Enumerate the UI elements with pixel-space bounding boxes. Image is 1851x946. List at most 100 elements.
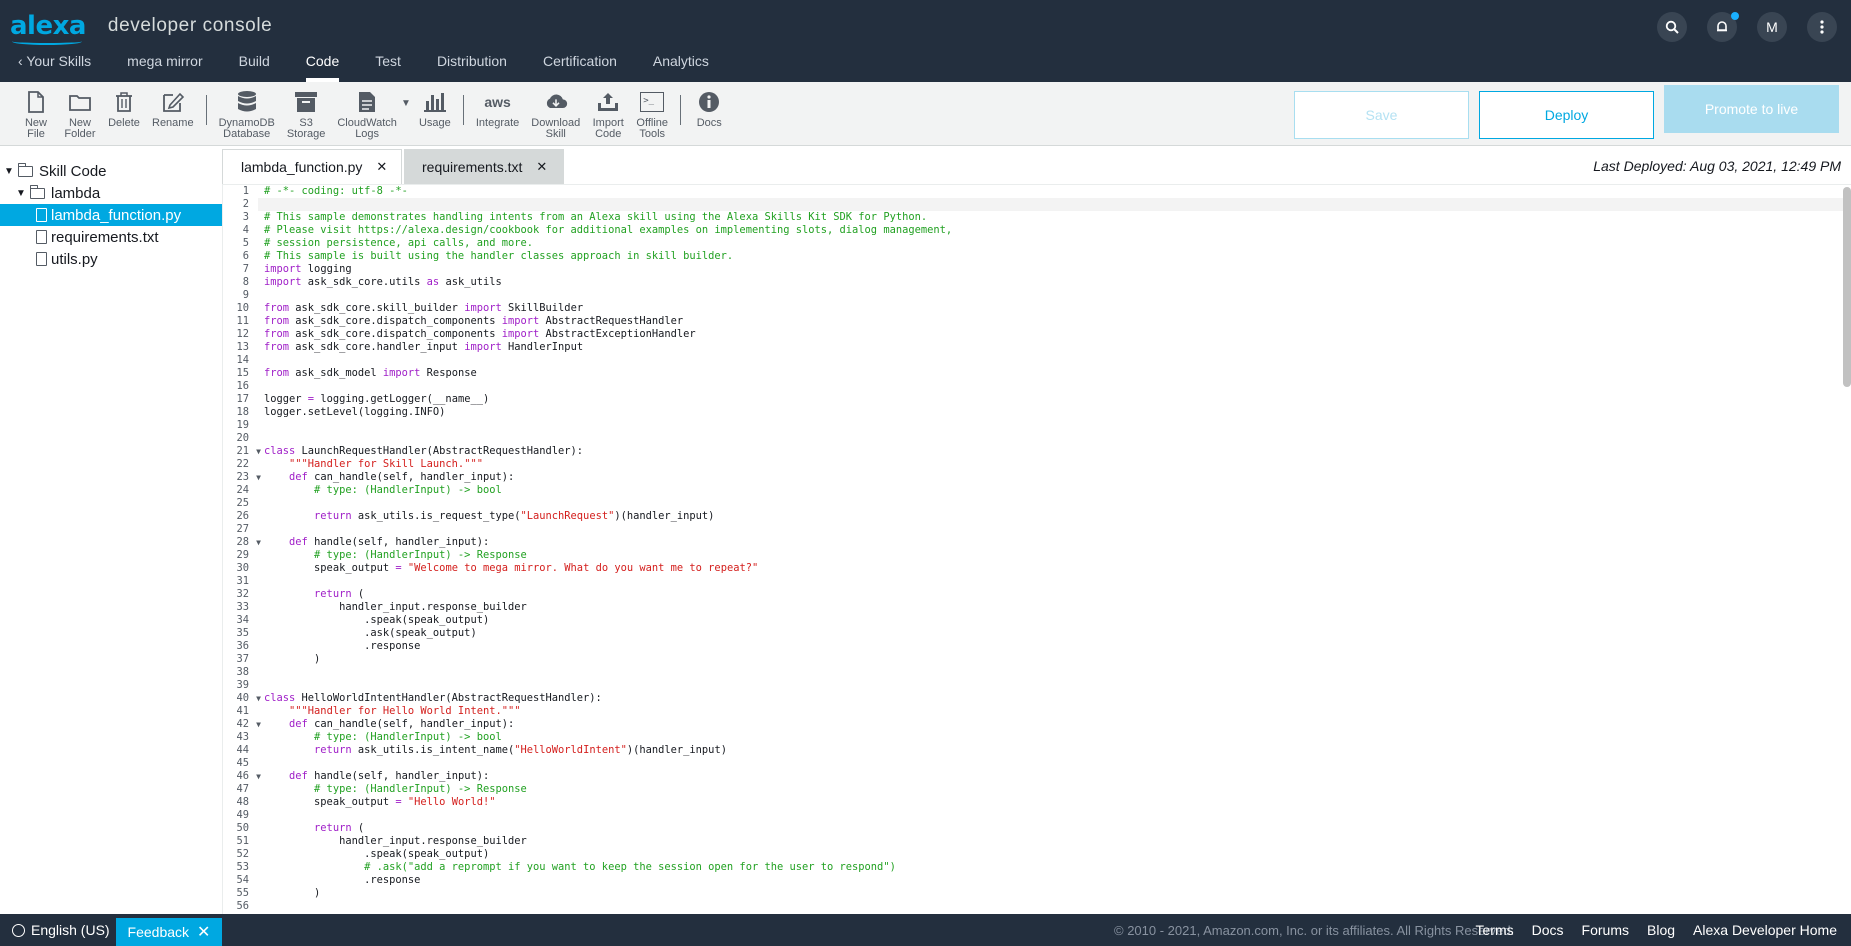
fold-arrow-icon[interactable]: ▼ bbox=[256, 770, 261, 783]
nav-item-distribution[interactable]: Distribution bbox=[419, 46, 525, 82]
caret-down-icon[interactable]: ▼ bbox=[401, 98, 411, 109]
nav-item-test[interactable]: Test bbox=[357, 46, 419, 82]
code-line[interactable]: 35 .ask(speak_output) bbox=[223, 627, 1851, 640]
code-line[interactable]: 31 bbox=[223, 575, 1851, 588]
fold-arrow-icon[interactable]: ▼ bbox=[256, 718, 261, 731]
code-line[interactable]: 12 from ask_sdk_core.dispatch_components … bbox=[223, 328, 1851, 341]
code-line[interactable]: 39 bbox=[223, 679, 1851, 692]
code-line[interactable]: 18 logger.setLevel(logging.INFO) bbox=[223, 406, 1851, 419]
new-file-button[interactable]: New File bbox=[14, 90, 58, 140]
code-line[interactable]: 53 # .ask("add a reprompt if you want to… bbox=[223, 861, 1851, 874]
integrate-button[interactable]: aws Integrate bbox=[470, 90, 525, 129]
code-line[interactable]: 2 bbox=[223, 198, 1851, 211]
feedback-button[interactable]: Feedback ✕ bbox=[116, 918, 222, 946]
code-line[interactable]: 19 bbox=[223, 419, 1851, 432]
footer-link-docs[interactable]: Docs bbox=[1532, 922, 1564, 938]
code-line[interactable]: 37 ) bbox=[223, 653, 1851, 666]
code-line[interactable]: 51 handler_input.response_builder bbox=[223, 835, 1851, 848]
footer-link-alexa-developer-home[interactable]: Alexa Developer Home bbox=[1693, 922, 1837, 938]
nav-item-analytics[interactable]: Analytics bbox=[635, 46, 727, 82]
code-line[interactable]: 38 bbox=[223, 666, 1851, 679]
code-line[interactable]: 42 ▼ def can_handle(self, handler_input): bbox=[223, 718, 1851, 731]
code-line[interactable]: 26 return ask_utils.is_request_type("Lau… bbox=[223, 510, 1851, 523]
fold-arrow-icon[interactable]: ▼ bbox=[256, 445, 261, 458]
code-line[interactable]: 33 handler_input.response_builder bbox=[223, 601, 1851, 614]
code-line[interactable]: 47 # type: (HandlerInput) -> Response bbox=[223, 783, 1851, 796]
code-line[interactable]: 46 ▼ def handle(self, handler_input): bbox=[223, 770, 1851, 783]
code-line[interactable]: 21 ▼ class LaunchRequestHandler(AbstractRe… bbox=[223, 445, 1851, 458]
cloudwatch-logs-button[interactable]: ▼ CloudWatch Logs bbox=[331, 90, 411, 140]
fold-arrow-icon[interactable]: ▼ bbox=[256, 471, 261, 484]
fold-arrow-icon[interactable]: ▼ bbox=[256, 536, 261, 549]
code-line[interactable]: 14 bbox=[223, 354, 1851, 367]
docs-button[interactable]: Docs bbox=[687, 90, 731, 129]
code-line[interactable]: 17 logger = logging.getLogger(__name__) bbox=[223, 393, 1851, 406]
avatar[interactable]: M bbox=[1757, 12, 1787, 42]
code-line[interactable]: 40 ▼ class HelloWorldIntentHandler(Abstrac… bbox=[223, 692, 1851, 705]
code-line[interactable]: 9 bbox=[223, 289, 1851, 302]
deploy-button[interactable]: Deploy bbox=[1479, 91, 1654, 139]
code-line[interactable]: 43 # type: (HandlerInput) -> bool bbox=[223, 731, 1851, 744]
close-icon[interactable]: ✕ bbox=[197, 922, 210, 942]
fold-arrow-icon[interactable]: ▼ bbox=[256, 692, 261, 705]
new-folder-button[interactable]: New Folder bbox=[58, 90, 102, 140]
footer-link-forums[interactable]: Forums bbox=[1582, 922, 1629, 938]
code-line[interactable]: 24 # type: (HandlerInput) -> bool bbox=[223, 484, 1851, 497]
offline-tools-button[interactable]: >_ Offline Tools bbox=[630, 90, 674, 140]
code-line[interactable]: 1 # -*- coding: utf-8 -*- bbox=[223, 185, 1851, 198]
code-line[interactable]: 34 .speak(speak_output) bbox=[223, 614, 1851, 627]
code-line[interactable]: 20 bbox=[223, 432, 1851, 445]
code-line[interactable]: 41 """Handler for Hello World Intent.""" bbox=[223, 705, 1851, 718]
code-line[interactable]: 22 """Handler for Skill Launch.""" bbox=[223, 458, 1851, 471]
code-line[interactable]: 27 bbox=[223, 523, 1851, 536]
vertical-scrollbar[interactable] bbox=[1843, 187, 1851, 387]
close-icon[interactable]: ✕ bbox=[536, 159, 547, 175]
expand-triangle-icon[interactable]: ▼ bbox=[16, 188, 26, 199]
code-line[interactable]: 13 from ask_sdk_core.handler_input import… bbox=[223, 341, 1851, 354]
download-skill-button[interactable]: Download Skill bbox=[525, 90, 586, 140]
tree-file-utils[interactable]: utils.py bbox=[0, 248, 222, 270]
nav-item-code[interactable]: Code bbox=[288, 46, 357, 82]
code-line[interactable]: 56 bbox=[223, 900, 1851, 913]
notification-bell-icon[interactable] bbox=[1707, 12, 1739, 42]
dynamodb-button[interactable]: DynamoDB Database bbox=[213, 90, 281, 140]
save-button[interactable]: Save bbox=[1294, 91, 1469, 139]
nav-item-build[interactable]: Build bbox=[221, 46, 288, 82]
footer-link-terms[interactable]: Terms bbox=[1476, 922, 1514, 938]
code-line[interactable]: 29 # type: (HandlerInput) -> Response bbox=[223, 549, 1851, 562]
promote-to-live-button[interactable]: Promote to live bbox=[1664, 85, 1839, 133]
code-line[interactable]: 11 from ask_sdk_core.dispatch_components … bbox=[223, 315, 1851, 328]
tree-file-lambda-function[interactable]: lambda_function.py bbox=[0, 204, 222, 226]
expand-triangle-icon[interactable]: ▼ bbox=[4, 166, 14, 177]
more-vertical-icon[interactable] bbox=[1807, 12, 1837, 42]
code-line[interactable]: 16 bbox=[223, 380, 1851, 393]
tree-root-skill-code[interactable]: ▼ Skill Code bbox=[0, 160, 222, 182]
close-icon[interactable]: ✕ bbox=[376, 159, 387, 175]
delete-button[interactable]: Delete bbox=[102, 90, 146, 129]
tree-file-requirements[interactable]: requirements.txt bbox=[0, 226, 222, 248]
code-line[interactable]: 30 speak_output = "Welcome to mega mirro… bbox=[223, 562, 1851, 575]
code-editor[interactable]: 1 # -*- coding: utf-8 -*- 2 3 # This sample … bbox=[222, 184, 1851, 914]
search-icon[interactable] bbox=[1657, 12, 1687, 42]
code-line[interactable]: 8 import ask_sdk_core.utils as ask_utils bbox=[223, 276, 1851, 289]
usage-button[interactable]: Usage bbox=[413, 90, 457, 129]
language-selector[interactable]: English (US) bbox=[12, 922, 110, 938]
s3-storage-button[interactable]: S3 Storage bbox=[281, 90, 332, 140]
code-line[interactable]: 49 bbox=[223, 809, 1851, 822]
code-line[interactable]: 23 ▼ def can_handle(self, handler_input): bbox=[223, 471, 1851, 484]
code-line[interactable]: 48 speak_output = "Hello World!" bbox=[223, 796, 1851, 809]
code-line[interactable]: 45 bbox=[223, 757, 1851, 770]
import-code-button[interactable]: Import Code bbox=[586, 90, 630, 140]
code-line[interactable]: 32 return ( bbox=[223, 588, 1851, 601]
rename-button[interactable]: Rename bbox=[146, 90, 200, 129]
code-line[interactable]: 54 .response bbox=[223, 874, 1851, 887]
code-line[interactable]: 15 from ask_sdk_model import Response bbox=[223, 367, 1851, 380]
code-line[interactable]: 5 # session persistence, api calls, and m… bbox=[223, 237, 1851, 250]
tab-requirements[interactable]: requirements.txt ✕ bbox=[404, 149, 564, 184]
code-line[interactable]: 28 ▼ def handle(self, handler_input): bbox=[223, 536, 1851, 549]
code-line[interactable]: 55 ) bbox=[223, 887, 1851, 900]
nav-item-certification[interactable]: Certification bbox=[525, 46, 635, 82]
code-line[interactable]: 36 .response bbox=[223, 640, 1851, 653]
code-line[interactable]: 10 from ask_sdk_core.skill_builder import… bbox=[223, 302, 1851, 315]
tab-lambda-function[interactable]: lambda_function.py ✕ bbox=[222, 149, 402, 184]
